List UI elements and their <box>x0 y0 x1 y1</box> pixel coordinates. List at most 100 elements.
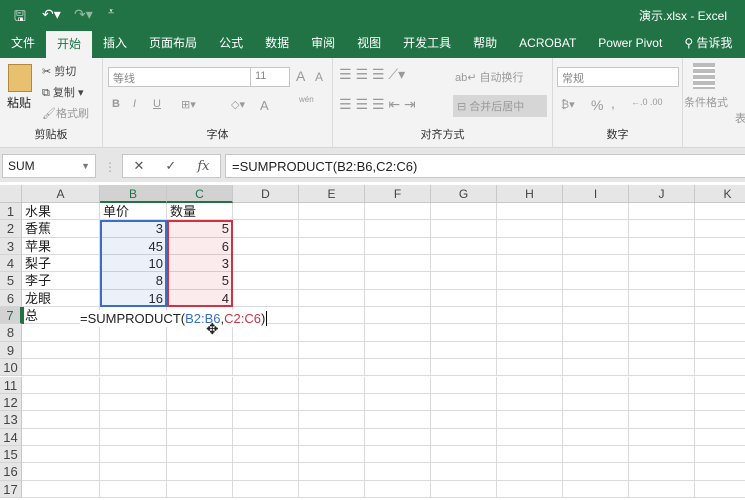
comma-button[interactable]: , <box>611 95 615 111</box>
tab-11[interactable]: Power Pivot <box>587 30 673 58</box>
redo-icon[interactable]: ↷▾ <box>74 6 93 23</box>
cell-H13[interactable] <box>497 411 563 429</box>
cell-F8[interactable] <box>365 324 431 342</box>
horizontal-align-icons[interactable]: ☰ ☰ ☰ ⇤ ⇥ <box>339 96 416 113</box>
cell-K2[interactable] <box>695 220 745 238</box>
cell-K13[interactable] <box>695 411 745 429</box>
merge-center-button[interactable]: ⊟ 合并后居中 <box>453 95 547 117</box>
accounting-icon[interactable]: ₿▾ <box>561 98 575 111</box>
cell-H9[interactable] <box>497 341 563 360</box>
cell-J14[interactable] <box>629 428 695 446</box>
column-header-G[interactable]: G <box>431 185 497 203</box>
cell-A1[interactable]: 水果 <box>22 203 100 221</box>
cell-G6[interactable] <box>431 289 497 308</box>
cell-A4[interactable]: 梨子 <box>22 255 100 273</box>
cell-B14[interactable] <box>100 428 167 446</box>
cell-J12[interactable] <box>629 393 695 412</box>
cell-E10[interactable] <box>299 359 365 377</box>
cell-E9[interactable] <box>299 341 365 360</box>
cell-E15[interactable] <box>299 445 365 464</box>
cell-D14[interactable] <box>233 428 299 446</box>
cell-H6[interactable] <box>497 289 563 308</box>
paste-icon[interactable] <box>8 64 32 92</box>
cell-K9[interactable] <box>695 342 745 360</box>
enter-icon[interactable]: ✓ <box>165 158 176 174</box>
cell-J17[interactable] <box>629 480 695 498</box>
cell-K14[interactable] <box>695 429 745 446</box>
cell-D3[interactable] <box>233 237 299 256</box>
cell-K17[interactable] <box>695 481 745 498</box>
row-header-13[interactable]: 13 <box>0 411 22 429</box>
font-name-select[interactable]: 等线 <box>108 67 251 87</box>
cell-F4[interactable] <box>365 255 431 273</box>
cell-D10[interactable] <box>233 359 299 377</box>
cell-D12[interactable] <box>233 393 299 412</box>
cell-D6[interactable] <box>233 289 299 308</box>
cell-C16[interactable] <box>167 463 233 481</box>
cell-F6[interactable] <box>365 289 431 308</box>
cell-D16[interactable] <box>233 463 299 481</box>
cell-K6[interactable] <box>695 290 745 308</box>
cell-E4[interactable] <box>299 255 365 273</box>
cell-D11[interactable] <box>233 376 299 394</box>
cell-F9[interactable] <box>365 341 431 360</box>
cell-D15[interactable] <box>233 445 299 464</box>
cell-F13[interactable] <box>365 411 431 429</box>
cell-H16[interactable] <box>497 463 563 481</box>
cell-J11[interactable] <box>629 376 695 394</box>
cell-B16[interactable] <box>100 463 167 481</box>
cell-B15[interactable] <box>100 445 167 464</box>
cell-J15[interactable] <box>629 445 695 464</box>
phonetic-button[interactable]: wén <box>299 95 314 104</box>
cell-F3[interactable] <box>365 237 431 256</box>
column-header-I[interactable]: I <box>563 185 629 203</box>
cell-C13[interactable] <box>167 411 233 429</box>
cell-H4[interactable] <box>497 255 563 273</box>
cell-I10[interactable] <box>563 359 629 377</box>
cell-I8[interactable] <box>563 324 629 342</box>
cell-D4[interactable] <box>233 255 299 273</box>
cell-I4[interactable] <box>563 255 629 273</box>
cell-H15[interactable] <box>497 445 563 464</box>
cell-G1[interactable] <box>431 203 497 221</box>
cell-A2[interactable]: 香蕉 <box>22 220 100 238</box>
cell-A10[interactable] <box>22 359 100 377</box>
cell-B1[interactable]: 单价 <box>100 203 167 221</box>
cell-B10[interactable] <box>100 359 167 377</box>
cut-button[interactable]: ✂ 剪切 <box>42 63 76 79</box>
row-header-3[interactable]: 3 <box>0 237 22 256</box>
cell-H5[interactable] <box>497 272 563 290</box>
cell-H7[interactable] <box>497 307 563 325</box>
cell-H1[interactable] <box>497 203 563 221</box>
cell-J6[interactable] <box>629 289 695 308</box>
font-size-select[interactable]: 11 <box>250 67 290 87</box>
percent-button[interactable]: % <box>591 97 603 113</box>
vertical-align-icons[interactable]: ☰ ☰ ☰ ⟋▾ <box>339 66 405 83</box>
cell-I12[interactable] <box>563 393 629 412</box>
cell-K5[interactable] <box>695 272 745 290</box>
cell-D1[interactable] <box>233 203 299 221</box>
cell-H17[interactable] <box>497 480 563 498</box>
italic-button[interactable]: I <box>133 98 136 110</box>
row-header-16[interactable]: 16 <box>0 463 22 481</box>
cell-F14[interactable] <box>365 428 431 446</box>
cell-F1[interactable] <box>365 203 431 221</box>
cell-C8[interactable] <box>167 324 233 342</box>
cell-I11[interactable] <box>563 376 629 394</box>
cell-A17[interactable] <box>22 480 100 498</box>
cell-K7[interactable] <box>695 307 745 325</box>
cell-G14[interactable] <box>431 428 497 446</box>
cell-K11[interactable] <box>695 377 745 394</box>
cell-D2[interactable] <box>233 220 299 238</box>
cell-H11[interactable] <box>497 376 563 394</box>
cell-A15[interactable] <box>22 445 100 464</box>
column-header-F[interactable]: F <box>365 185 431 203</box>
cell-editor-a7[interactable]: =SUMPRODUCT(B2:B6,C2:C6) <box>80 310 268 327</box>
decimal-icons[interactable]: ←.0 .00 <box>631 97 663 107</box>
cell-G4[interactable] <box>431 255 497 273</box>
tab-3[interactable]: 页面布局 <box>138 30 208 58</box>
cell-F10[interactable] <box>365 359 431 377</box>
cell-C12[interactable] <box>167 393 233 412</box>
formula-input[interactable]: =SUMPRODUCT(B2:B6,C2:C6) <box>225 154 745 178</box>
cell-B12[interactable] <box>100 393 167 412</box>
